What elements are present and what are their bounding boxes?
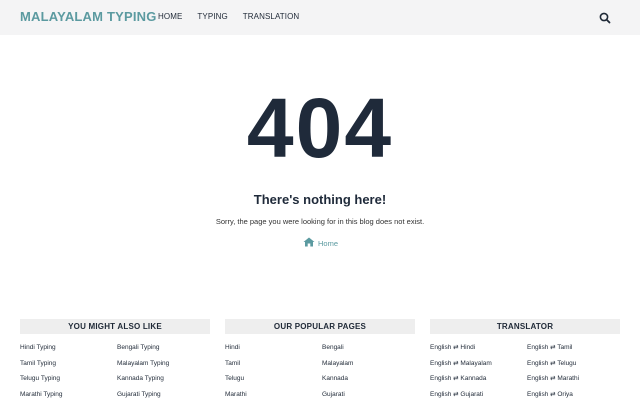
widget-link-grid: Hindi Typing Bengali Typing Tamil Typing… (20, 343, 210, 399)
widget-link[interactable]: English ⇄ Hindi (430, 343, 527, 353)
nav-typing[interactable]: TYPING (197, 12, 227, 21)
error-code: 404 (246, 81, 394, 175)
widget-link[interactable]: English ⇄ Marathi (527, 374, 620, 384)
widget-title: OUR POPULAR PAGES (225, 319, 415, 334)
home-icon (303, 234, 315, 252)
widget-link[interactable]: Malayalam Typing (117, 359, 210, 369)
home-link[interactable]: Home (303, 234, 338, 252)
widget-link[interactable]: Marathi (225, 390, 322, 400)
widget-link-grid: Hindi Bengali Tamil Malayalam Telugu Kan… (225, 343, 415, 399)
widget-link[interactable]: English ⇄ Tamil (527, 343, 620, 353)
widget-link[interactable]: English ⇄ Gujarati (430, 390, 527, 400)
widget-link[interactable]: Bengali (322, 343, 415, 353)
main-nav: HOME TYPING TRANSLATION (158, 12, 314, 21)
widget-link[interactable]: Bengali Typing (117, 343, 210, 353)
widget-link[interactable]: Tamil (225, 359, 322, 369)
widget-link[interactable]: Gujarati Typing (117, 390, 210, 400)
nav-home[interactable]: HOME (158, 12, 182, 21)
widget-link[interactable]: Hindi Typing (20, 343, 117, 353)
widget-link[interactable]: Hindi (225, 343, 322, 353)
site-brand-link[interactable]: MALAYALAM TYPING (20, 9, 157, 24)
widget-link[interactable]: Gujarati (322, 390, 415, 400)
widget-title: TRANSLATOR (430, 319, 620, 334)
search-icon[interactable] (598, 11, 612, 25)
nav-translation[interactable]: TRANSLATION (243, 12, 300, 21)
widget-title: YOU MIGHT ALSO LIKE (20, 319, 210, 334)
widget-link[interactable]: Tamil Typing (20, 359, 117, 369)
widget-our-popular-pages: OUR POPULAR PAGES Hindi Bengali Tamil Ma… (225, 319, 415, 399)
error-title: There's nothing here! (253, 192, 387, 207)
widget-link[interactable]: English ⇄ Kannada (430, 374, 527, 384)
widget-link[interactable]: English ⇄ Telugu (527, 359, 620, 369)
site-header: MALAYALAM TYPING HOME TYPING TRANSLATION (0, 0, 640, 35)
error-message: Sorry, the page you were looking for in … (215, 217, 425, 226)
widget-link[interactable]: Telugu Typing (20, 374, 117, 384)
widget-link[interactable]: Kannada (322, 374, 415, 384)
widget-you-might-also-like: YOU MIGHT ALSO LIKE Hindi Typing Bengali… (20, 319, 210, 399)
widget-link[interactable]: Telugu (225, 374, 322, 384)
widget-link[interactable]: English ⇄ Malayalam (430, 359, 527, 369)
widget-link[interactable]: English ⇄ Oriya (527, 390, 620, 400)
widget-link[interactable]: Malayalam (322, 359, 415, 369)
home-link-label: Home (318, 238, 339, 248)
widget-translator: TRANSLATOR English ⇄ Hindi English ⇄ Tam… (430, 319, 620, 399)
widget-link[interactable]: Marathi Typing (20, 390, 117, 400)
widget-link[interactable]: Kannada Typing (117, 374, 210, 384)
widget-link-grid: English ⇄ Hindi English ⇄ Tamil English … (430, 343, 620, 399)
